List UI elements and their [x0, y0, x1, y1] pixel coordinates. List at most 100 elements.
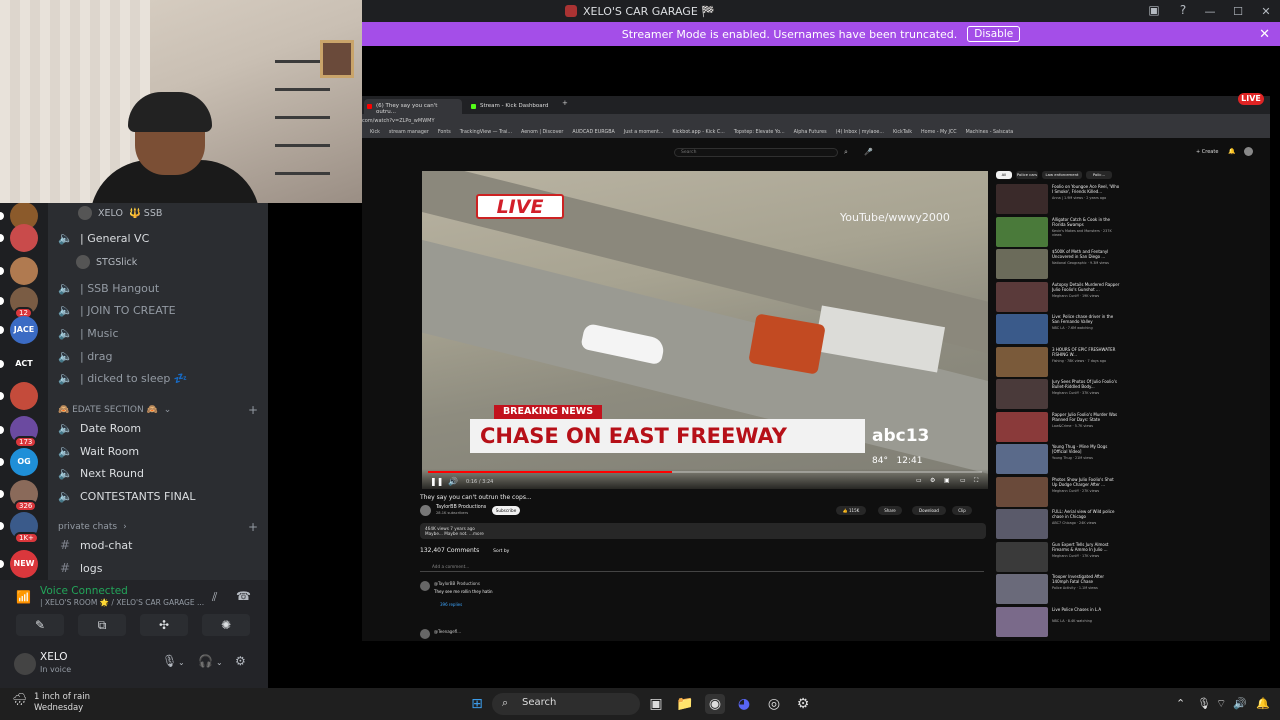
recommended-video[interactable]: Live Police Chases in L.A NBC LA · 8.4K w… [996, 606, 1124, 640]
noise-suppression-icon[interactable]: ⫽ [212, 590, 217, 605]
bookmark-item[interactable]: AUDCAD EURGBA [572, 130, 615, 135]
chevron-down-icon[interactable]: ⌄ [178, 658, 185, 667]
server-icon[interactable]: NEW [0, 550, 38, 578]
disconnect-icon[interactable]: ☎ [236, 589, 251, 603]
clip-button[interactable]: Clip [952, 506, 972, 515]
avatar[interactable] [1244, 147, 1253, 156]
add-comment-input[interactable]: Add a comment... [420, 564, 984, 572]
server-icon[interactable]: OG [0, 448, 38, 476]
text-channel-mod-chat[interactable]: # mod-chat [58, 535, 263, 555]
voice-status[interactable]: Voice Connected [40, 585, 128, 597]
maximize-button[interactable]: ☐ [1224, 5, 1252, 18]
task-view-icon[interactable]: ▣ [646, 694, 666, 714]
volume-icon[interactable]: 🔊 [448, 477, 458, 486]
close-window-button[interactable]: ✕ [1252, 5, 1280, 18]
comment-replies[interactable]: 396 replies [420, 602, 493, 607]
settings-gear-icon[interactable]: ⚙ [793, 694, 813, 714]
obs-icon[interactable]: ◎ [764, 694, 784, 714]
headphones-icon[interactable]: 🎧 [198, 654, 213, 668]
server-icon[interactable] [0, 224, 38, 252]
search-icon[interactable]: ⌕ [844, 148, 848, 157]
notification-bell-icon[interactable]: 🔔 [1256, 697, 1270, 710]
recommended-video[interactable]: $500K of Meth and Fentanyl Uncovered in … [996, 249, 1124, 282]
progress-bar[interactable] [428, 471, 982, 473]
filter-chip[interactable]: Police cars [1016, 171, 1038, 179]
channel-name[interactable]: TaylorBB Productions [436, 505, 486, 510]
bookmark-item[interactable]: KickTalk [893, 130, 912, 135]
chevron-up-icon[interactable]: ⌃ [1176, 697, 1185, 710]
chevron-down-icon[interactable]: ⌄ [216, 658, 223, 667]
inbox-icon[interactable]: ▣ [1146, 3, 1162, 19]
help-icon[interactable]: ? [1175, 3, 1191, 19]
microphone-icon[interactable]: 🎤 [864, 148, 873, 156]
voice-channel-join-to-create[interactable]: 🔈 | JOIN TO CREATE [58, 300, 263, 320]
bookmark-item[interactable]: Fonts [438, 130, 451, 135]
bookmark-item[interactable]: Just a moment... [624, 130, 664, 135]
server-icon[interactable]: ACT [0, 350, 38, 378]
recommended-video[interactable]: Photos Show Julio Foolio's Shot Up Dodge… [996, 476, 1124, 510]
recommended-video[interactable]: Autopsy Details Murdered Rapper Julio Fo… [996, 281, 1124, 315]
browser-tab-kick[interactable]: Stream - Kick Dashboard [468, 99, 566, 114]
bookmark-item[interactable]: Alpha Futures [794, 130, 827, 135]
bookmark-item[interactable]: Home - My JCC [921, 130, 957, 135]
disable-streamer-mode-button[interactable]: Disable [967, 26, 1021, 42]
voice-channel-contestants-final[interactable]: 🔈 CONTESTANTS FINAL [58, 486, 263, 506]
recommended-video[interactable]: Trooper Investigated After 140mph Fatal … [996, 574, 1124, 607]
bookmark-item[interactable]: Aenom | Discover [521, 130, 563, 135]
avatar[interactable] [14, 653, 36, 675]
download-button[interactable]: Download [912, 506, 946, 515]
youtube-search-input[interactable]: Search [674, 148, 838, 157]
settings-icon[interactable]: ⚙ [930, 477, 935, 484]
voice-channel-music[interactable]: 🔈 | Music [58, 323, 263, 343]
bookmark-item[interactable]: Kickbot.app - Kick C... [672, 130, 724, 135]
file-explorer-icon[interactable]: 📁 [675, 694, 695, 714]
voice-channel-general-vc[interactable]: 🔈 | General VC [58, 228, 263, 248]
voice-channel-wait-room[interactable]: 🔈 Wait Room [58, 441, 263, 461]
category-private-chats[interactable]: private chats › + [58, 520, 258, 534]
gear-icon[interactable]: ⚙ [235, 654, 246, 668]
captions-icon[interactable]: ▭ [916, 477, 922, 484]
microphone-icon[interactable]: 🎙 [1197, 697, 1211, 710]
pause-icon[interactable]: ❚❚ [430, 477, 443, 486]
recommended-video[interactable]: Young Thug - Mine My Dogs [Official Vide… [996, 444, 1124, 477]
filter-chip[interactable]: Law enforcement [1042, 171, 1082, 179]
recommended-video[interactable]: FULL: Aerial view of Wild police chase i… [996, 509, 1124, 542]
wifi-icon[interactable]: ⌔ [1216, 697, 1226, 711]
banner-close-icon[interactable]: ✕ [1259, 27, 1270, 42]
add-channel-icon[interactable]: + [248, 403, 258, 417]
server-icon[interactable]: JACE [0, 316, 38, 344]
address-bar[interactable]: com/watch?v=ZLPo_wMWMY [362, 114, 1270, 127]
recommended-video[interactable]: Foolio on Youngoe Ace Reel, 'Who I Smoke… [996, 184, 1124, 217]
recommended-video[interactable]: Rapper Julio Foolio's Murder Was Planned… [996, 411, 1124, 445]
windows-start-icon[interactable]: ⊞ [467, 694, 487, 714]
browser-tab-youtube[interactable]: (6) They say you can't outru... [364, 99, 462, 115]
theater-icon[interactable]: ▭ [960, 477, 966, 484]
voice-channel-next-round[interactable]: 🔈 Next Round [58, 463, 263, 483]
microphone-icon[interactable]: 🎙 [162, 654, 177, 668]
add-channel-icon[interactable]: + [248, 520, 258, 534]
bookmark-item[interactable]: stream manager [389, 130, 429, 135]
voice-channel-date-room[interactable]: 🔈 Date Room [58, 418, 263, 438]
recommended-video[interactable]: Live: Police chase driver in the San Fer… [996, 314, 1124, 347]
voice-user-stgslick[interactable]: STGSlick [76, 255, 137, 269]
video-player[interactable]: LIVE YouTube/wwwy2000 BREAKING NEWS CHAS… [422, 171, 988, 489]
taskbar-search[interactable]: ⌕ Search [492, 693, 640, 715]
new-tab-icon[interactable]: + [562, 99, 568, 107]
server-icon[interactable]: 1K+ [0, 512, 39, 544]
activities-button[interactable]: ✣ [140, 614, 188, 636]
recommended-video[interactable]: Jury Sees Photos Of Julio Foolio's Bulle… [996, 379, 1124, 412]
server-icon[interactable]: 12 [0, 287, 38, 319]
discord-icon[interactable]: ◕ [734, 694, 754, 714]
fullscreen-icon[interactable]: ⛶ [974, 477, 978, 485]
recommended-video[interactable]: 3 HOURS OF EPIC FRESHWATER FISHING W... F… [996, 346, 1124, 380]
server-icon[interactable]: 326 [0, 480, 38, 512]
recommended-video[interactable]: Gun Expert Tells Jury Almost Firearms & … [996, 541, 1124, 575]
bookmark-item[interactable]: Topstep: Elevate Yo... [734, 130, 785, 135]
server-icon[interactable]: 173 [0, 416, 38, 448]
text-channel-logs[interactable]: # logs [58, 558, 263, 578]
channel-avatar[interactable] [420, 505, 431, 516]
server-icon[interactable] [0, 382, 38, 410]
like-button[interactable]: 👍 115K [836, 506, 866, 515]
bookmark-item[interactable]: (4) Inbox | mylaoe... [836, 130, 884, 135]
filter-chip[interactable]: Polic... [1086, 171, 1112, 179]
